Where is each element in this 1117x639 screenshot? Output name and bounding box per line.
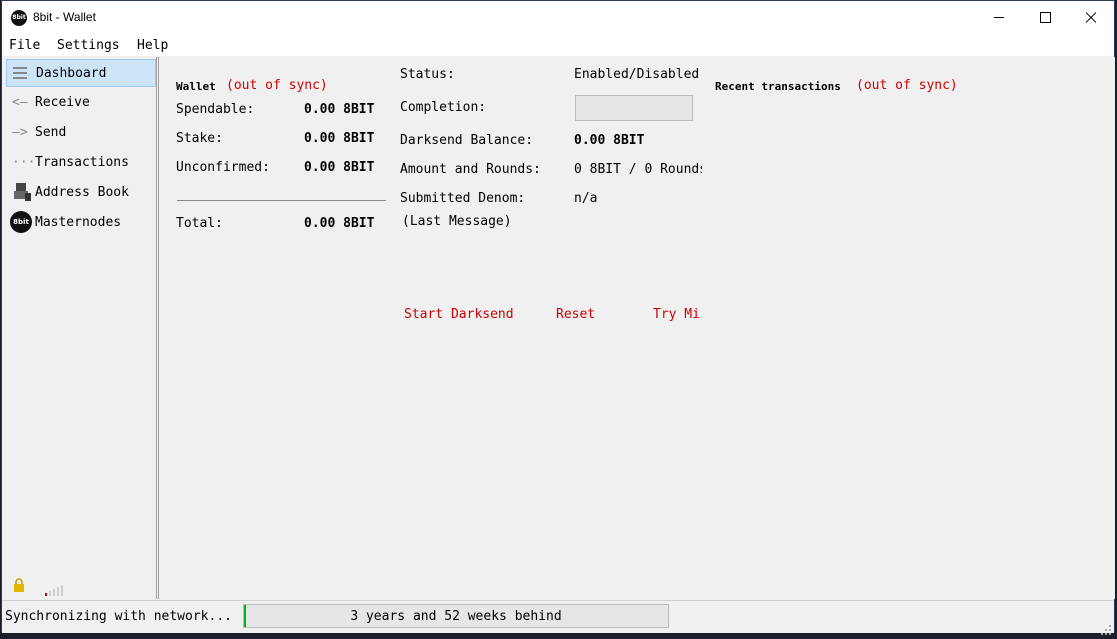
recent-transactions-title: Recent transactions — [715, 80, 841, 93]
stake-value: 0.00 8BIT — [304, 131, 375, 146]
submitted-denom-value: n/a — [574, 191, 598, 206]
dashboard-panel: Wallet (out of sync) Spendable: 0.00 8BI… — [158, 57, 1115, 599]
stake-label: Stake: — [176, 131, 223, 146]
menu-icon — [13, 67, 33, 83]
window-title: 8bit - Wallet — [33, 10, 96, 24]
sidebar-item-receive[interactable]: <— Receive — [6, 89, 156, 117]
sidebar-item-send[interactable]: —> Send — [6, 119, 156, 147]
wallet-sync-status[interactable]: (out of sync) — [226, 78, 328, 93]
minimize-button[interactable] — [976, 1, 1022, 34]
sidebar-item-label: Receive — [35, 95, 90, 110]
sync-status-text: Synchronizing with network... — [5, 609, 232, 624]
spendable-label: Spendable: — [176, 102, 255, 117]
app-logo-icon: 8bit — [11, 10, 27, 26]
menu-help[interactable]: Help — [137, 38, 168, 53]
darksend-status-value: Enabled/Disabled — [574, 67, 700, 82]
submitted-denom-label: Submitted Denom: — [400, 191, 526, 206]
menu-settings[interactable]: Settings — [57, 38, 120, 53]
sidebar: Dashboard <— Receive —> Send ··· Transac… — [3, 57, 157, 599]
title-bar[interactable]: 8bit 8bit - Wallet — [2, 1, 1114, 34]
arrow-right-icon: —> — [12, 125, 28, 140]
arrow-left-icon: <— — [12, 95, 28, 110]
recent-sync-status[interactable]: (out of sync) — [856, 78, 958, 93]
sidebar-item-masternodes[interactable]: 8bit Masternodes — [6, 209, 156, 237]
amount-rounds-value: 0 8BIT / 0 Rounds — [574, 162, 702, 177]
lock-icon[interactable] — [13, 577, 25, 592]
total-label: Total: — [176, 216, 223, 231]
wallet-title: Wallet — [176, 80, 216, 93]
sync-progress-label: 3 years and 52 weeks behind — [350, 609, 562, 624]
sidebar-item-label: Dashboard — [36, 66, 107, 81]
sidebar-item-transactions[interactable]: ··· Transactions — [6, 149, 156, 177]
close-button[interactable] — [1068, 1, 1114, 34]
status-bar: Synchronizing with network... 3 years an… — [2, 600, 1114, 635]
sidebar-item-dashboard[interactable]: Dashboard — [6, 59, 156, 87]
sidebar-item-label: Send — [35, 125, 67, 140]
darksend-balance-value: 0.00 8BIT — [574, 133, 645, 148]
spendable-value: 0.00 8BIT — [304, 102, 375, 117]
sidebar-item-label: Transactions — [35, 155, 129, 170]
unconfirmed-label: Unconfirmed: — [176, 160, 270, 175]
menu-bar: File Settings Help — [2, 34, 1114, 56]
network-signal-icon — [45, 581, 65, 596]
darksend-status-label: Status: — [400, 67, 455, 82]
app-window: 8bit 8bit - Wallet File Settings Help Da… — [1, 0, 1115, 635]
last-message: (Last Message) — [402, 214, 512, 229]
sidebar-item-label: Address Book — [35, 185, 129, 200]
sidebar-item-address-book[interactable]: Address Book — [6, 179, 156, 207]
total-value: 0.00 8BIT — [304, 216, 375, 231]
completion-label: Completion: — [400, 100, 487, 115]
sync-progress-bar: 3 years and 52 weeks behind — [243, 604, 669, 628]
dots-icon: ··· — [12, 155, 36, 170]
unconfirmed-value: 0.00 8BIT — [304, 160, 375, 175]
8bit-logo-icon: 8bit — [10, 211, 32, 233]
menu-file[interactable]: File — [9, 38, 40, 53]
divider — [177, 200, 386, 201]
resize-grip-icon[interactable] — [1101, 620, 1111, 635]
darksend-balance-label: Darksend Balance: — [400, 133, 534, 148]
reset-button[interactable]: Reset — [556, 307, 595, 322]
completion-progress-bar — [575, 95, 693, 121]
try-mix-button[interactable]: Try Mix — [653, 307, 701, 322]
person-icon — [11, 181, 33, 203]
start-darksend-button[interactable]: Start Darksend — [404, 307, 514, 322]
maximize-button[interactable] — [1022, 1, 1068, 34]
amount-rounds-label: Amount and Rounds: — [400, 162, 541, 177]
sidebar-item-label: Masternodes — [35, 215, 122, 230]
